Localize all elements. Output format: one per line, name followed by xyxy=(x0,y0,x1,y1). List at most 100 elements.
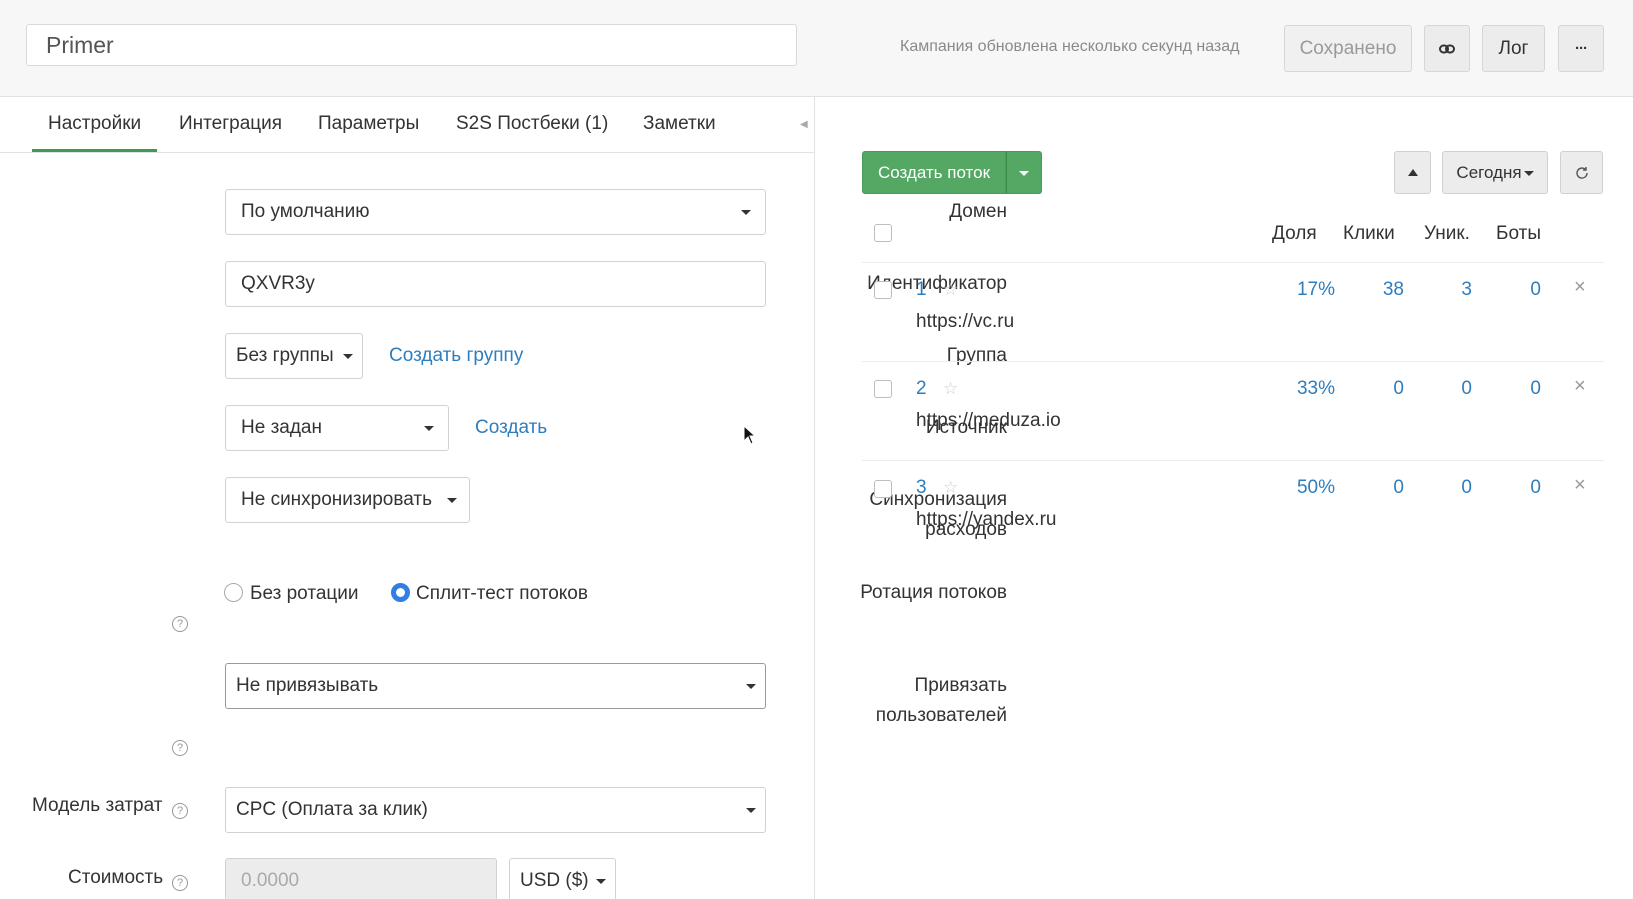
refresh-button[interactable] xyxy=(1560,151,1603,194)
campaign-name-input[interactable]: Primer xyxy=(26,24,797,66)
log-button[interactable]: Лог xyxy=(1482,25,1545,72)
split-test-label[interactable]: Сплит-тест потоков xyxy=(416,583,588,605)
help-icon[interactable]: ? xyxy=(172,875,188,891)
domain-select[interactable]: По умолчанию xyxy=(225,189,766,235)
chevron-down-icon xyxy=(1524,170,1534,176)
tab-parameters[interactable]: Параметры xyxy=(318,113,419,135)
tab-settings[interactable]: Настройки xyxy=(31,113,158,152)
refresh-icon xyxy=(1575,166,1588,179)
sort-button[interactable] xyxy=(1394,151,1431,194)
create-source-link[interactable]: Создать xyxy=(475,417,547,439)
close-icon[interactable]: × xyxy=(1574,276,1586,299)
sync-value: Не синхронизировать xyxy=(241,489,433,510)
chevron-down-icon xyxy=(596,879,606,884)
help-icon[interactable]: ? xyxy=(172,616,188,632)
group-value: Без группы xyxy=(236,345,334,366)
stream-url: https://vc.ru xyxy=(916,311,1015,332)
help-icon[interactable]: ? xyxy=(172,803,188,819)
cost-placeholder: 0.0000 xyxy=(241,870,300,891)
unique-value[interactable]: 3 xyxy=(1412,279,1472,301)
clicks-value[interactable]: 38 xyxy=(1344,279,1404,301)
currency-select[interactable]: USD ($) xyxy=(509,858,616,899)
close-icon[interactable]: × xyxy=(1574,375,1586,398)
stream-number-link[interactable]: 2 xyxy=(916,378,927,400)
period-value: Сегодня xyxy=(1456,162,1522,182)
copy-link-button[interactable] xyxy=(1424,25,1470,72)
share-value[interactable]: 17% xyxy=(1275,279,1335,301)
select-all-checkbox[interactable] xyxy=(874,224,892,242)
bots-value[interactable]: 0 xyxy=(1481,378,1541,400)
create-group-link[interactable]: Создать группу xyxy=(389,345,523,367)
share-value[interactable]: 33% xyxy=(1275,378,1335,400)
identifier-value: QXVR3y xyxy=(241,273,315,294)
chevron-down-icon xyxy=(424,426,434,431)
bots-value[interactable]: 0 xyxy=(1481,279,1541,301)
clicks-value[interactable]: 0 xyxy=(1344,378,1404,400)
domain-label: Домен xyxy=(949,201,1007,222)
star-icon[interactable]: ☆ xyxy=(943,478,958,498)
cost-model-label: Модель затрат xyxy=(32,795,163,816)
column-header-share[interactable]: Доля xyxy=(1272,223,1317,245)
cost-model-value: CPC (Оплата за клик) xyxy=(236,799,428,820)
unique-value[interactable]: 0 xyxy=(1412,477,1472,499)
period-select[interactable]: Сегодня xyxy=(1442,151,1548,194)
tab-integration[interactable]: Интеграция xyxy=(179,113,282,135)
stream-number-link[interactable]: 3 xyxy=(916,477,927,499)
bind-users-value: Не привязывать xyxy=(236,675,379,696)
mouse-cursor-icon xyxy=(743,425,757,445)
row-checkbox[interactable] xyxy=(874,281,892,299)
no-rotation-radio[interactable] xyxy=(224,583,243,602)
triangle-up-icon xyxy=(1407,169,1418,176)
divider xyxy=(862,262,1604,263)
chevron-down-icon xyxy=(746,808,756,813)
split-test-radio[interactable] xyxy=(391,583,410,602)
no-rotation-label[interactable]: Без ротации xyxy=(250,583,359,605)
divider xyxy=(862,460,1604,461)
unique-value[interactable]: 0 xyxy=(1412,378,1472,400)
update-status-text: Кампания обновлена несколько секунд наза… xyxy=(900,38,1240,55)
more-button[interactable]: ··· xyxy=(1558,25,1604,72)
bind-users-label: Привязать пользователей xyxy=(876,671,1007,731)
star-icon[interactable]: ☆ xyxy=(943,379,958,399)
row-checkbox[interactable] xyxy=(874,380,892,398)
saved-button[interactable]: Сохранено xyxy=(1284,25,1412,72)
tab-s2s-postbacks[interactable]: S2S Постбеки (1) xyxy=(456,113,608,135)
create-stream-button[interactable]: Создать поток xyxy=(862,151,1006,194)
column-header-clicks[interactable]: Клики xyxy=(1343,223,1395,245)
more-icon: ··· xyxy=(1575,40,1588,57)
link-icon xyxy=(1439,44,1455,53)
cost-label: Стоимость xyxy=(68,867,164,888)
tabs-scroll-left-icon[interactable]: ◀ xyxy=(800,119,808,130)
tab-notes[interactable]: Заметки xyxy=(643,113,716,135)
cost-model-select[interactable]: CPC (Оплата за клик) xyxy=(225,787,766,833)
chevron-down-icon xyxy=(447,498,457,503)
close-icon[interactable]: × xyxy=(1574,474,1586,497)
source-select[interactable]: Не задан xyxy=(225,405,449,451)
bind-users-select[interactable]: Не привязывать xyxy=(225,663,766,709)
domain-value: По умолчанию xyxy=(241,201,370,222)
divider xyxy=(862,361,1604,362)
bots-value[interactable]: 0 xyxy=(1481,477,1541,499)
column-header-bots[interactable]: Боты xyxy=(1496,223,1541,245)
column-header-unique[interactable]: Уник. xyxy=(1424,223,1470,245)
identifier-input[interactable]: QXVR3y xyxy=(225,261,766,307)
share-value[interactable]: 50% xyxy=(1275,477,1335,499)
stream-url: https://meduza.io xyxy=(916,410,1061,431)
create-stream-dropdown-button[interactable] xyxy=(1006,151,1042,194)
bind-users-label-line2: пользователей xyxy=(875,705,1007,726)
chevron-down-icon xyxy=(741,210,751,215)
chevron-down-icon xyxy=(746,684,756,689)
star-icon[interactable]: ☆ xyxy=(943,280,958,300)
stream-number-link[interactable]: 1 xyxy=(916,279,927,301)
chevron-down-icon xyxy=(343,354,353,359)
sync-select[interactable]: Не синхронизировать xyxy=(225,477,470,523)
chevron-down-icon xyxy=(1019,170,1029,176)
help-icon[interactable]: ? xyxy=(172,740,188,756)
row-checkbox[interactable] xyxy=(874,480,892,498)
clicks-value[interactable]: 0 xyxy=(1344,477,1404,499)
settings-tabs: Настройки Интеграция Параметры S2S Постб… xyxy=(0,97,815,153)
cost-input[interactable]: 0.0000 xyxy=(225,858,497,899)
group-select[interactable]: Без группы xyxy=(225,333,363,379)
rotation-label: Ротация потоков xyxy=(860,582,1007,603)
group-label: Группа xyxy=(946,345,1007,366)
